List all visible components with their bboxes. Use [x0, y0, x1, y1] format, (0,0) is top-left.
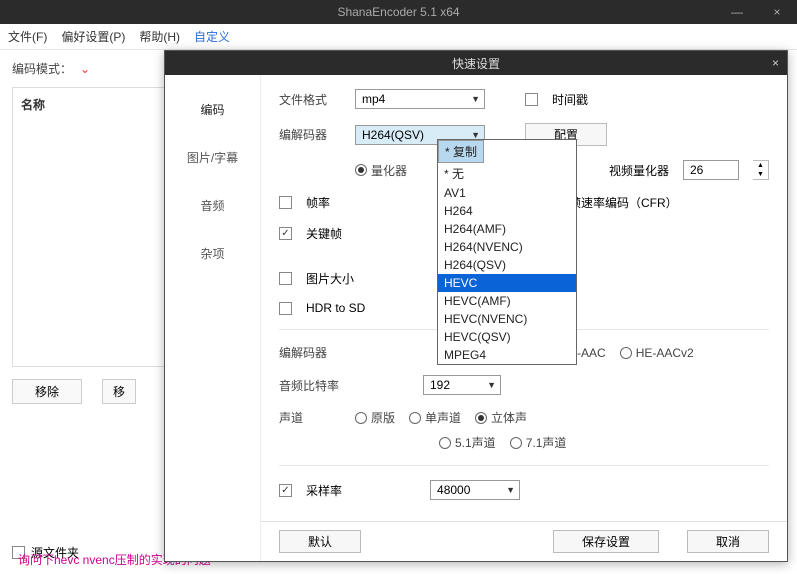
channel-mono-radio[interactable]: 单声道	[409, 409, 461, 426]
codec-label: 编解码器	[279, 126, 341, 143]
codec-option[interactable]: * 无	[438, 163, 576, 184]
tab-picture-subtitle[interactable]: 图片/字幕	[165, 133, 260, 181]
chevron-down-icon: ▼	[487, 380, 496, 390]
dialog-content: 文件格式 mp4 ▼ 时间戳 编解码器 H264(QSV) ▼ 配置	[261, 75, 787, 561]
video-quantizer-input[interactable]: 26	[683, 160, 739, 180]
encode-mode-label: 编码模式：	[12, 60, 72, 77]
tab-misc[interactable]: 杂项	[165, 229, 260, 277]
keyframe-label: 关键帧	[306, 225, 342, 242]
hdr-checkbox[interactable]	[279, 302, 292, 315]
video-quantizer-label: 视频量化器	[609, 162, 669, 179]
aac-he2-radio[interactable]: HE-AACv2	[620, 346, 694, 360]
codec-option[interactable]: HEVC(AMF)	[438, 292, 576, 310]
codec-option[interactable]: HEVC	[438, 274, 576, 292]
audio-codec-label: 编解码器	[279, 344, 341, 361]
chevron-down-icon: ▼	[471, 130, 480, 140]
codec-option[interactable]: HEVC(QSV)	[438, 328, 576, 346]
dialog-tabs: 编码 图片/字幕 音频 杂项	[165, 75, 261, 561]
codec-option[interactable]: H264(NVENC)	[438, 238, 576, 256]
audio-bitrate-select[interactable]: 192 ▼	[423, 375, 501, 395]
channel-stereo-radio[interactable]: 立体声	[475, 409, 527, 426]
codec-option[interactable]: AV1	[438, 184, 576, 202]
default-button[interactable]: 默认	[279, 530, 361, 553]
audio-bitrate-value: 192	[430, 378, 450, 392]
fps-label: 帧率	[306, 194, 330, 211]
close-button[interactable]: ×	[757, 0, 797, 24]
cancel-button[interactable]: 取消	[687, 530, 769, 553]
samplerate-checkbox[interactable]	[279, 484, 292, 497]
timestamp-checkbox[interactable]	[525, 93, 538, 106]
samplerate-select[interactable]: 48000 ▼	[430, 480, 520, 500]
channel-label: 声道	[279, 409, 341, 426]
channel-51-radio[interactable]: 5.1声道	[439, 434, 496, 451]
channel-orig-radio[interactable]: 原版	[355, 409, 395, 426]
dialog-titlebar: 快速设置 ×	[165, 51, 787, 75]
samplerate-label: 采样率	[306, 482, 342, 499]
codec-option[interactable]: HEVC(NVENC)	[438, 310, 576, 328]
minimize-button[interactable]: —	[717, 0, 757, 24]
codec-dropdown[interactable]: * 复制 * 无 AV1 H264 H264(AMF) H264(NVENC) …	[437, 139, 577, 365]
remove-button[interactable]: 移除	[12, 379, 82, 404]
file-format-value: mp4	[362, 92, 385, 106]
dialog-close-button[interactable]: ×	[772, 56, 779, 70]
main-titlebar: ShanaEncoder 5.1 x64 — ×	[0, 0, 797, 24]
menu-pref[interactable]: 偏好设置(P)	[61, 28, 125, 45]
codec-option[interactable]: MPEG4	[438, 346, 576, 364]
remove-button-2[interactable]: 移	[102, 379, 136, 404]
fps-checkbox[interactable]	[279, 196, 292, 209]
menu-file[interactable]: 文件(F)	[8, 28, 47, 45]
tab-encode[interactable]: 编码	[165, 85, 260, 133]
picsize-checkbox[interactable]	[279, 272, 292, 285]
chevron-down-icon: ▼	[471, 94, 480, 104]
file-format-label: 文件格式	[279, 91, 341, 108]
tab-audio[interactable]: 音频	[165, 181, 260, 229]
video-quantizer-spinner[interactable]: ▲▼	[753, 160, 769, 180]
chevron-down-icon: ▼	[506, 485, 515, 495]
keyframe-checkbox[interactable]	[279, 227, 292, 240]
menu-help[interactable]: 帮助(H)	[139, 28, 180, 45]
menu-custom[interactable]: 自定义	[194, 28, 230, 45]
channel-71-radio[interactable]: 7.1声道	[510, 434, 567, 451]
app-title: ShanaEncoder 5.1 x64	[337, 5, 459, 19]
picsize-label: 图片大小	[306, 270, 354, 287]
codec-value: H264(QSV)	[362, 128, 424, 142]
timestamp-label: 时间戳	[552, 91, 588, 108]
codec-option[interactable]: * 复制	[438, 140, 484, 163]
dialog-footer: 默认 保存设置 取消	[261, 521, 787, 561]
codec-option[interactable]: H264	[438, 202, 576, 220]
menu-bar: 文件(F) 偏好设置(P) 帮助(H) 自定义	[0, 24, 797, 50]
dialog-title: 快速设置	[452, 55, 500, 72]
samplerate-value: 48000	[437, 483, 470, 497]
codec-option[interactable]: H264(QSV)	[438, 256, 576, 274]
save-settings-button[interactable]: 保存设置	[553, 530, 659, 553]
audio-bitrate-label: 音频比特率	[279, 377, 355, 394]
quick-settings-dialog: 快速设置 × 编码 图片/字幕 音频 杂项 文件格式 mp4 ▼ 时间戳 编解码…	[164, 50, 788, 562]
quantizer-radio[interactable]: 量化器	[355, 162, 407, 179]
file-format-select[interactable]: mp4 ▼	[355, 89, 485, 109]
hdr-label: HDR to SD	[306, 301, 365, 315]
mode-caret-icon[interactable]: ⌄	[80, 62, 90, 76]
codec-option[interactable]: H264(AMF)	[438, 220, 576, 238]
